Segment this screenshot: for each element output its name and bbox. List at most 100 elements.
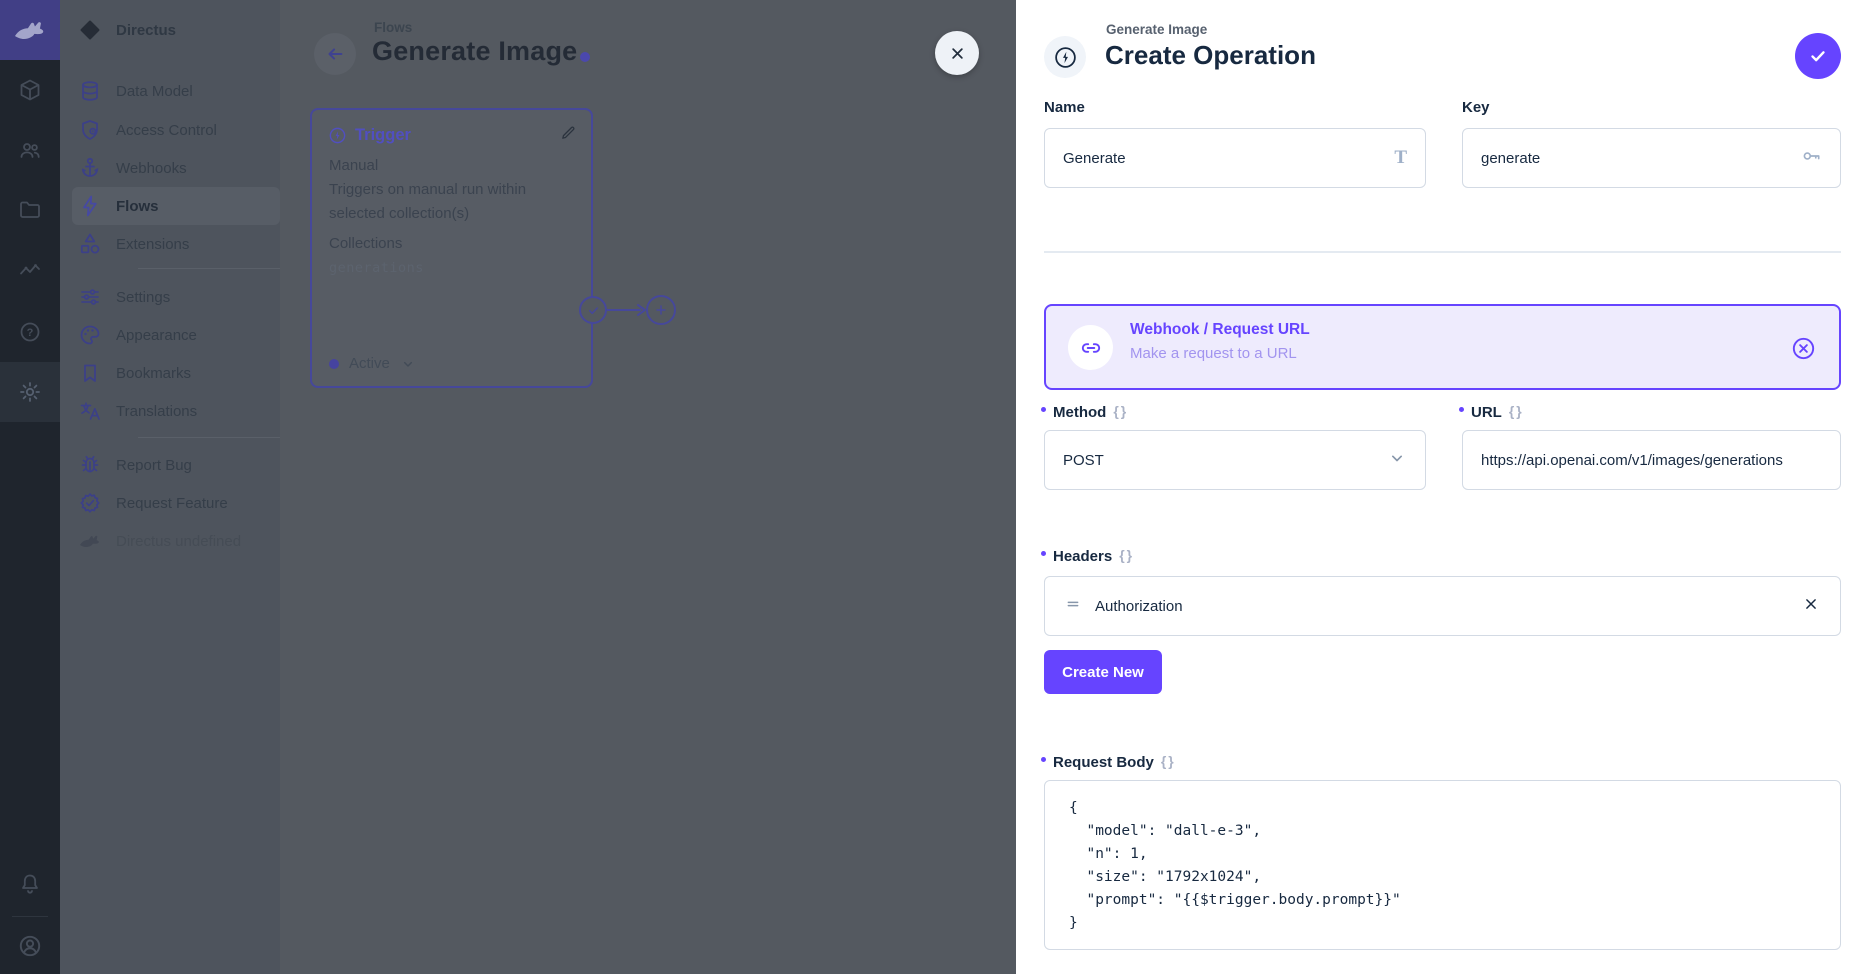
activity-chart-icon xyxy=(18,258,42,282)
method-label: Method {} xyxy=(1050,404,1128,421)
project-name: Directus xyxy=(116,22,176,39)
raw-value-icon[interactable]: {} xyxy=(1113,403,1128,419)
module-settings[interactable] xyxy=(0,370,60,414)
module-help[interactable]: ? xyxy=(0,310,60,354)
sidebar-item-data-model[interactable]: Data Model xyxy=(78,72,274,110)
sidebar-item-label: Report Bug xyxy=(116,457,192,474)
chevron-down-icon xyxy=(1387,448,1407,473)
database-icon xyxy=(78,79,102,103)
trigger-panel[interactable]: Trigger Manual Triggers on manual run wi… xyxy=(310,108,593,388)
sidebar-item-report-bug[interactable]: Report Bug xyxy=(78,446,274,484)
banner-title: Webhook / Request URL xyxy=(1130,321,1310,339)
save-operation-button[interactable] xyxy=(1795,33,1841,79)
add-operation-node[interactable] xyxy=(646,295,676,325)
key-field[interactable] xyxy=(1462,128,1841,188)
avatar-icon xyxy=(17,933,43,959)
trigger-type: Manual xyxy=(329,154,567,178)
gear-icon xyxy=(18,380,42,404)
module-files[interactable] xyxy=(0,188,60,232)
method-select[interactable]: POST xyxy=(1044,430,1426,490)
title-icon: T xyxy=(1394,147,1407,169)
sidebar-item-extensions[interactable]: Extensions xyxy=(78,225,274,263)
name-input[interactable] xyxy=(1063,150,1394,167)
create-new-header-button[interactable]: Create New xyxy=(1044,650,1162,694)
check-icon xyxy=(586,303,601,318)
url-field[interactable] xyxy=(1462,430,1841,490)
plus-icon xyxy=(653,302,669,318)
directus-logo-tile[interactable] xyxy=(0,0,60,60)
banner-subtitle: Make a request to a URL xyxy=(1130,345,1297,362)
collections-label: Collections xyxy=(329,232,567,256)
module-bar-divider xyxy=(12,916,48,917)
module-users[interactable] xyxy=(0,128,60,172)
module-insights[interactable] xyxy=(0,248,60,292)
drawer-title: Create Operation xyxy=(1105,40,1316,71)
raw-value-icon[interactable]: {} xyxy=(1119,547,1134,563)
status-dot xyxy=(329,359,339,369)
flow-status-toggle[interactable]: Active xyxy=(329,355,416,372)
remove-header-button[interactable] xyxy=(1802,595,1820,618)
palette-icon xyxy=(78,323,102,347)
notifications-button[interactable] xyxy=(0,862,60,906)
project-header[interactable]: Directus xyxy=(78,12,278,48)
help-icon: ? xyxy=(18,320,42,344)
sidebar-item-flows[interactable]: Flows xyxy=(72,187,280,225)
sidebar-item-label: Webhooks xyxy=(116,160,187,177)
sidebar-item-label: Extensions xyxy=(116,236,189,253)
request-body-code[interactable]: { "model": "dall-e-3", "n": 1, "size": "… xyxy=(1045,781,1840,951)
project-diamond-icon xyxy=(78,18,102,42)
header-key-value[interactable]: Authorization xyxy=(1095,598,1788,615)
method-value: POST xyxy=(1063,452,1387,469)
back-button[interactable] xyxy=(314,33,356,75)
drag-handle-icon[interactable] xyxy=(1065,596,1081,617)
sidebar-item-webhooks[interactable]: Webhooks xyxy=(78,149,274,187)
trigger-resolve-node[interactable] xyxy=(579,296,607,324)
users-icon xyxy=(18,138,42,162)
raw-value-icon[interactable]: {} xyxy=(1509,403,1524,419)
page-title: Generate Image xyxy=(372,36,577,67)
category-icon xyxy=(78,232,102,256)
sidebar-item-label: Flows xyxy=(116,198,159,215)
anchor-icon xyxy=(78,156,102,180)
bolt-icon xyxy=(78,194,102,218)
sidebar-item-request-feature[interactable]: Request Feature xyxy=(78,484,274,522)
header-row[interactable]: Authorization xyxy=(1044,576,1841,636)
circled-x-icon xyxy=(1790,335,1817,362)
chevron-down-icon xyxy=(400,356,416,372)
arrow-left-icon xyxy=(324,43,346,65)
sidebar-item-bookmarks[interactable]: Bookmarks xyxy=(78,354,274,392)
directus-app: ? Directus Data Model Access Control Web xyxy=(0,0,1865,974)
key-input[interactable] xyxy=(1481,150,1800,167)
edit-trigger-button[interactable] xyxy=(560,124,577,146)
nav-sidebar: Directus Data Model Access Control Webho… xyxy=(60,0,280,974)
raw-value-icon[interactable]: {} xyxy=(1161,753,1176,769)
sidebar-item-appearance[interactable]: Appearance xyxy=(78,316,274,354)
operation-icon-circle xyxy=(1044,36,1086,78)
sidebar-item-access-control[interactable]: Access Control xyxy=(78,111,274,149)
breadcrumb[interactable]: Flows xyxy=(374,20,412,35)
bolt-circle-icon xyxy=(328,126,347,145)
collections-value: generations xyxy=(329,256,567,280)
url-label: URL {} xyxy=(1468,404,1524,421)
user-avatar[interactable] xyxy=(0,924,60,968)
url-input[interactable] xyxy=(1481,452,1822,469)
module-content[interactable] xyxy=(0,68,60,112)
sidebar-item-translations[interactable]: Translations xyxy=(78,392,274,430)
sidebar-item-label: Access Control xyxy=(116,122,217,139)
deselect-operation-button[interactable] xyxy=(1790,335,1817,367)
operation-type-banner[interactable]: Webhook / Request URL Make a request to … xyxy=(1044,304,1841,390)
trigger-description: Triggers on manual run within selected c… xyxy=(329,178,567,226)
close-drawer-button[interactable] xyxy=(935,31,979,75)
sidebar-item-settings[interactable]: Settings xyxy=(78,278,274,316)
request-body-editor[interactable]: { "model": "dall-e-3", "n": 1, "size": "… xyxy=(1044,780,1841,950)
headers-label: Headers {} xyxy=(1050,548,1134,565)
name-field[interactable]: T xyxy=(1044,128,1426,188)
badge-check-icon xyxy=(78,491,102,515)
name-label: Name xyxy=(1044,99,1085,116)
translate-icon xyxy=(78,399,102,423)
required-dot xyxy=(1041,407,1046,412)
sidebar-item-label: Settings xyxy=(116,289,170,306)
rabbit-icon xyxy=(78,529,102,553)
sidebar-item-label: Directus undefined xyxy=(116,533,241,550)
trigger-title: Trigger xyxy=(355,126,411,145)
